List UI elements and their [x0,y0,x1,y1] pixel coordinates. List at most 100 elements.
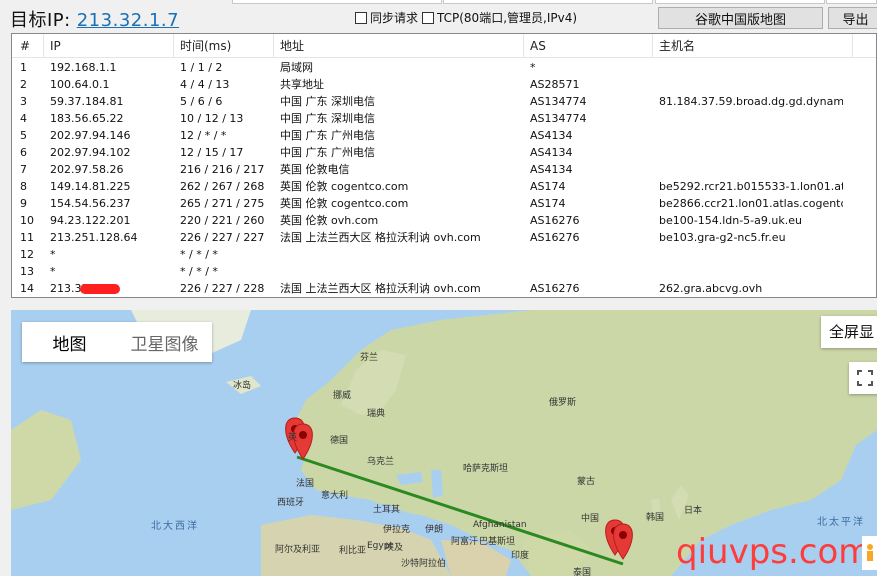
landmass-north-america [11,410,81,510]
cell-time: 5 / 6 / 6 [180,95,223,108]
cell-address: 共享地址 [280,78,324,91]
column-header-number[interactable]: # [12,34,44,58]
cell-as: AS4134 [530,129,573,142]
cell-address: 法国 上法兰西大区 格拉沃利讷 ovh.com [280,282,481,295]
expand-icon[interactable] [849,362,877,394]
table-row[interactable]: 9 154.54.56.237 265 / 271 / 275 英国 伦敦 cogen… [12,195,876,212]
cell-number: 8 [20,180,27,193]
map-label: 伊朗 [425,525,444,535]
map-label: 沙特阿拉伯 [401,559,447,569]
cell-ip: * [50,265,56,278]
cell-hostname [653,263,843,280]
cell-ip: 202.97.58.26 [50,163,124,176]
map-label: 蒙古 [577,477,596,487]
cell-ip: 149.14.81.225 [50,180,131,193]
cell-time: 12 / 15 / 17 [180,146,244,159]
map-label: 印度 [511,551,530,561]
cell-number: 6 [20,146,27,159]
cell-time: * / * / * [180,248,218,261]
map-tab[interactable]: 地图 [22,322,117,362]
tab-stub[interactable] [443,0,653,4]
cell-number: 5 [20,129,27,142]
route-map[interactable]: 冰岛 芬兰 挪威 瑞典英 德国 乌克兰 法国 意大利 西班牙 土耳其 哈萨克斯坦 俄罗斯 蒙古 中国 韩国 日… [11,310,877,576]
traceroute-window: 目标IP: 213.32.1.7 同步请求 TCP(80端口,管理员,IPv4) … [0,0,877,576]
fullscreen-button[interactable]: 全屏显 [821,316,877,348]
column-header-address[interactable]: 地址 [274,34,524,58]
cell-hostname [653,110,843,127]
table-row[interactable]: 14 213.32 226 / 227 / 228 法国 上法兰西大区 格拉沃利讷 o… [12,280,876,297]
cell-number: 2 [20,78,27,91]
cell-address [274,246,523,263]
table-row[interactable]: 4 183.56.65.22 10 / 12 / 13 中国 广东 深圳电信 AS134… [12,110,876,127]
target-ip-link[interactable]: 213.32.1.7 [77,10,179,31]
cell-hostname: be2866.ccr21.lon01.atlas.cogentco.... [659,197,843,210]
table-header: # IP 时间(ms) 地址 AS 主机名 [12,34,876,58]
table-row[interactable]: 8 149.14.81.225 262 / 267 / 268 英国 伦敦 cogen… [12,178,876,195]
tcp-mode-checkbox[interactable]: TCP(80端口,管理员,IPv4) [422,9,577,26]
cell-ip: 100.64.0.1 [50,78,110,91]
cell-address: 英国 伦敦电信 [280,163,350,176]
cell-address: 英国 伦敦 ovh.com [280,214,379,227]
cell-as: AS174 [530,180,566,193]
cell-number: 4 [20,112,27,125]
tab-stub[interactable] [655,0,825,4]
cell-hostname: 81.184.37.59.broad.dg.gd.dynamic... [659,95,843,108]
table-row[interactable]: 13 * * / * / * [12,263,876,280]
map-label: Egypt [367,541,393,551]
cell-hostname: 262.gra.abcvg.ovh [659,282,763,295]
cell-hostname: be103.gra-g2-nc5.fr.eu [659,231,786,244]
table-row[interactable]: 11 213.251.128.64 226 / 227 / 227 法国 上法兰西大区… [12,229,876,246]
top-toolbar: 目标IP: 213.32.1.7 同步请求 TCP(80端口,管理员,IPv4) … [0,0,877,32]
cell-as: AS16276 [530,282,580,295]
tab-stub[interactable] [232,0,442,4]
satellite-tab[interactable]: 卫星图像 [117,322,212,362]
map-label: 挪威 [333,391,352,401]
map-label: 芬兰 [360,353,379,363]
column-header-time[interactable]: 时间(ms) [174,34,274,58]
table-row[interactable]: 10 94.23.122.201 220 / 221 / 260 英国 伦敦 ovh.… [12,212,876,229]
tab-stub[interactable] [826,0,877,4]
sync-request-label: 同步请求 [370,11,419,25]
table-row[interactable]: 1 192.168.1.1 1 / 1 / 2 局域网 * [12,59,876,76]
cell-hostname [653,246,843,263]
china-map-button[interactable]: 谷歌中国版地图 [658,7,823,29]
cell-ip: 154.54.56.237 [50,197,131,210]
table-row[interactable]: 7 202.97.58.26 216 / 216 / 217 英国 伦敦电信 AS413… [12,161,876,178]
cell-address: 局域网 [280,61,313,74]
cell-number: 14 [20,282,34,295]
pegman-icon[interactable] [862,536,877,570]
table-row[interactable]: 6 202.97.94.102 12 / 15 / 17 中国 广东 广州电信 AS41… [12,144,876,161]
cell-address: 中国 广东 广州电信 [280,129,375,142]
cell-number: 9 [20,197,27,210]
cell-ip: 202.97.94.102 [50,146,131,159]
cell-as [524,263,652,280]
table-row[interactable]: 5 202.97.94.146 12 / * / * 中国 广东 广州电信 AS4134 [12,127,876,144]
map-label: 俄罗斯 [549,398,577,408]
cell-ip: 59.37.184.81 [50,95,124,108]
map-label: 阿尔及利亚 [275,545,321,555]
cell-as: AS134774 [530,112,587,125]
table-row[interactable]: 12 * * / * / * [12,246,876,263]
sync-request-checkbox[interactable]: 同步请求 [355,9,418,26]
cell-number: 10 [20,214,34,227]
cell-address: 英国 伦敦 cogentco.com [280,197,409,210]
table-row[interactable]: 2 100.64.0.1 4 / 4 / 13 共享地址 AS28571 [12,76,876,93]
table-body: 1 192.168.1.1 1 / 1 / 2 局域网 * 2 100.64.0.1 4 / … [12,59,876,297]
cell-time: 12 / * / * [180,129,227,142]
cell-address: 法国 上法兰西大区 格拉沃利讷 ovh.com [280,231,481,244]
map-label: 韩国 [646,513,665,523]
checkbox-box[interactable] [355,11,367,24]
cell-ip: 202.97.94.146 [50,129,131,142]
cell-time: 226 / 227 / 228 [180,282,265,295]
target-label-text: 目标IP: [10,10,71,31]
checkbox-box[interactable] [422,11,434,24]
column-header-as[interactable]: AS [524,34,653,58]
column-header-ip[interactable]: IP [44,34,174,58]
export-button[interactable]: 导出 [828,7,877,29]
column-header-hostname[interactable]: 主机名 [653,34,853,58]
cell-address: 英国 伦敦 cogentco.com [280,180,409,193]
table-row[interactable]: 3 59.37.184.81 5 / 6 / 6 中国 广东 深圳电信 AS134774… [12,93,876,110]
map-label: 北太平洋 [817,517,865,528]
map-label: 冰岛 [233,381,252,391]
cell-as: AS4134 [530,146,573,159]
